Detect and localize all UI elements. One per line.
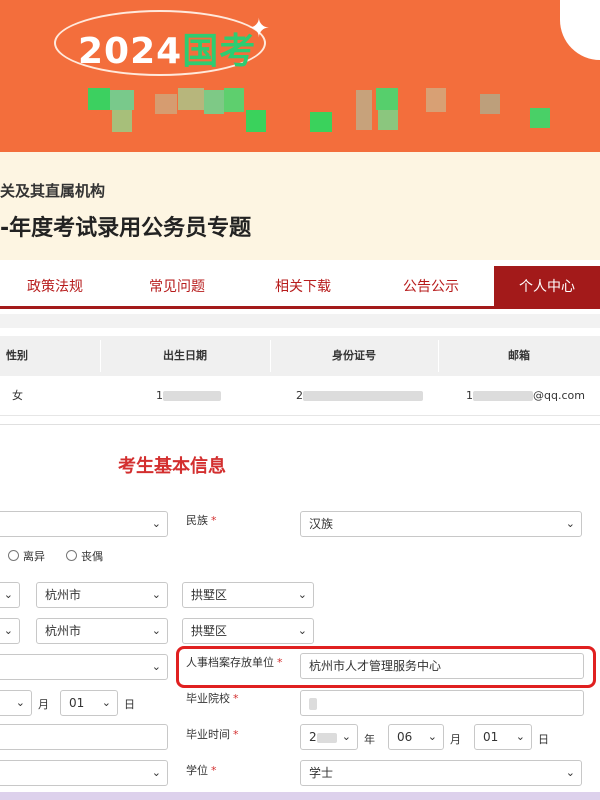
graduation-time-label: 毕业时间 *	[186, 728, 239, 741]
month-unit: 月	[450, 733, 461, 746]
header-gender: 性别	[6, 349, 28, 362]
school-input[interactable]	[300, 690, 584, 716]
radio-circle-icon	[8, 550, 19, 561]
id-number-value: 2	[296, 376, 423, 416]
highlight-box	[176, 646, 596, 688]
table-row: 女 1 2 1 @qq.com	[0, 376, 600, 416]
chevron-down-icon: ⌄	[565, 766, 575, 779]
bottom-bar	[0, 792, 600, 800]
header-email: 邮箱	[508, 349, 530, 362]
district-select-1[interactable]: 拱墅区 ⌄	[182, 582, 314, 608]
title-strip	[0, 152, 600, 260]
header-id-number: 身份证号	[332, 349, 376, 362]
info-table-header: 性别 出生日期 身份证号 邮箱	[0, 336, 600, 376]
day-unit: 日	[124, 698, 135, 711]
graduation-month-select[interactable]: 06 ⌄	[388, 724, 444, 750]
radio-widowed[interactable]: 丧偶	[66, 548, 103, 564]
header-birth-date: 出生日期	[163, 349, 207, 362]
chevron-down-icon: ⌄	[341, 730, 351, 743]
ethnicity-label: 民族 *	[186, 514, 217, 527]
ethnicity-select[interactable]: 汉族 ⌄	[300, 511, 582, 537]
main-nav: 政策法规 常见问题 相关下载 公告公示 个人中心	[0, 266, 600, 308]
birth-month-select[interactable]: ⌄	[0, 690, 32, 716]
page-title: -年度考试录用公务员专题	[0, 216, 252, 241]
chevron-down-icon: ⌄	[15, 696, 25, 709]
month-unit: 月	[38, 698, 49, 711]
section-title: 考生基本信息	[118, 456, 226, 477]
district-select-2[interactable]: 拱墅区 ⌄	[182, 618, 314, 644]
logo: 2024国考	[78, 31, 257, 72]
chevron-down-icon: ⌄	[297, 624, 307, 637]
chevron-down-icon: ⌄	[565, 517, 575, 530]
chevron-down-icon: ⌄	[3, 624, 13, 637]
chevron-down-icon: ⌄	[151, 588, 161, 601]
chevron-down-icon: ⌄	[515, 730, 525, 743]
left-select-2[interactable]: ⌄	[0, 654, 168, 680]
sparkle-icon: ✦	[248, 14, 270, 44]
chevron-down-icon: ⌄	[151, 624, 161, 637]
gender-value: 女	[12, 389, 23, 402]
province-select-1[interactable]: ⌄	[0, 582, 20, 608]
birth-day-select[interactable]: 01 ⌄	[60, 690, 118, 716]
email-value: 1 @qq.com	[466, 389, 585, 402]
nav-gap	[0, 314, 600, 328]
chevron-down-icon: ⌄	[151, 660, 161, 673]
nav-personal-center[interactable]: 个人中心	[494, 266, 600, 308]
nav-underline	[0, 306, 600, 309]
header-banner: 2024国考 ✦	[0, 0, 600, 152]
nav-downloads[interactable]: 相关下载	[248, 266, 358, 308]
radio-divorced[interactable]: 离异	[8, 548, 45, 564]
page-subtitle: 关及其直属机构	[0, 182, 106, 200]
left-select-1[interactable]: ⌄	[0, 511, 168, 537]
chevron-down-icon: ⌄	[297, 588, 307, 601]
city-select-2[interactable]: 杭州市 ⌄	[36, 618, 168, 644]
left-input[interactable]	[0, 724, 168, 750]
divider	[0, 424, 600, 425]
left-select-3[interactable]: ⌄	[0, 760, 168, 786]
graduation-day-select[interactable]: 01 ⌄	[474, 724, 532, 750]
degree-select[interactable]: 学士 ⌄	[300, 760, 582, 786]
chevron-down-icon: ⌄	[427, 730, 437, 743]
radio-circle-icon	[66, 550, 77, 561]
province-select-2[interactable]: ⌄	[0, 618, 20, 644]
degree-label: 学位 *	[186, 764, 217, 777]
nav-policy[interactable]: 政策法规	[0, 266, 110, 308]
chevron-down-icon: ⌄	[151, 517, 161, 530]
nav-announcements[interactable]: 公告公示	[376, 266, 486, 308]
school-label: 毕业院校 *	[186, 692, 239, 705]
chevron-down-icon: ⌄	[151, 766, 161, 779]
birth-date-value: 1	[156, 376, 221, 416]
city-select-1[interactable]: 杭州市 ⌄	[36, 582, 168, 608]
graduation-year-select[interactable]: 2 ⌄	[300, 724, 358, 750]
day-unit: 日	[538, 733, 549, 746]
chevron-down-icon: ⌄	[3, 588, 13, 601]
chevron-down-icon: ⌄	[101, 696, 111, 709]
year-unit: 年	[364, 733, 375, 746]
nav-faq[interactable]: 常见问题	[122, 266, 232, 308]
